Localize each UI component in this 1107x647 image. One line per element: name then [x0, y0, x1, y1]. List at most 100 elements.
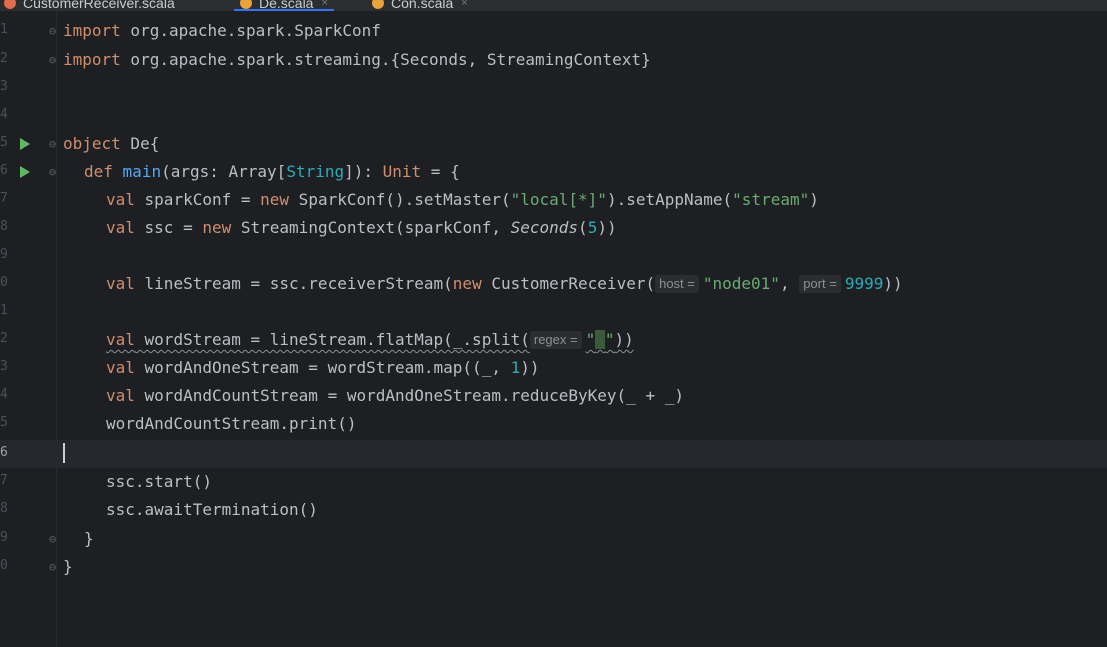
code-segment: ssc =	[134, 218, 203, 237]
code-text: ssc.start()	[106, 472, 212, 491]
tab-de-scala[interactable]: De.scala ×	[234, 0, 334, 11]
line-number: 7	[0, 473, 8, 488]
line-number: 2	[0, 51, 8, 66]
code-segment: wordStream = lineStream.flatMap(_.split(	[134, 330, 530, 349]
code-line: 0 ⊖ }	[0, 553, 1107, 581]
code-line: 4 val wordAndCountStream = wordAndOneStr…	[0, 382, 1107, 410]
code-segment: ))	[597, 218, 617, 237]
code-segment: (args: Array[	[161, 162, 287, 181]
code-editor[interactable]: 1 ⊖ import org.apache.spark.SparkConf 2 …	[0, 11, 1107, 647]
code-segment: Seconds	[510, 218, 579, 237]
line-number: 6	[0, 163, 8, 178]
whitespace-highlight	[595, 330, 605, 349]
code-text: val wordAndOneStream = wordStream.map((_…	[106, 358, 540, 378]
line-number: 0	[0, 558, 8, 573]
fold-icon[interactable]: ⊖	[49, 559, 56, 575]
code-line: 0 val lineStream = ssc.receiverStream(ne…	[0, 270, 1107, 298]
keyword: val	[106, 190, 135, 209]
line-number: 0	[0, 275, 8, 290]
line-number: 1	[0, 303, 8, 318]
fold-icon[interactable]: ⊖	[49, 136, 56, 152]
close-icon[interactable]: ×	[461, 0, 467, 9]
code-segment: org.apache.spark.streaming.{Seconds	[120, 50, 468, 69]
keyword: import	[63, 21, 121, 40]
fold-icon[interactable]: ⊖	[49, 531, 56, 547]
code-text: val wordAndCountStream = wordAndOneStrea…	[106, 386, 684, 406]
code-segment: ,	[779, 274, 800, 293]
code-segment: ]):	[344, 162, 383, 181]
parameter-hint: host =	[655, 275, 699, 293]
parameter-hint: port =	[799, 275, 841, 293]
code-line: 5 wordAndCountStream.print()	[0, 410, 1107, 438]
number-literal: 9999	[844, 274, 884, 293]
run-icon[interactable]	[20, 166, 30, 178]
code-segment: ))	[883, 274, 903, 293]
string-literal: "	[585, 330, 596, 349]
code-segment: (	[578, 218, 588, 237]
keyword: new	[202, 218, 232, 237]
code-line: 1	[0, 298, 1107, 326]
keyword: def	[84, 162, 113, 181]
text-caret	[63, 443, 65, 463]
code-text: import org.apache.spark.streaming.{Secon…	[63, 50, 651, 70]
line-number: 4	[0, 387, 8, 402]
code-line: 8 val ssc = new StreamingContext(sparkCo…	[0, 214, 1107, 242]
code-line: 3 val wordAndOneStream = wordStream.map(…	[0, 354, 1107, 382]
function-name: main	[122, 162, 162, 181]
scala-file-icon	[4, 0, 16, 9]
code-segment: SparkConf().setMaster(	[289, 190, 511, 209]
tab-customer-receiver[interactable]: CustomerReceiver.scala	[4, 0, 175, 11]
keyword: val	[106, 386, 135, 405]
code-text: import org.apache.spark.SparkConf	[63, 21, 381, 41]
number-literal: 1	[510, 358, 521, 377]
code-line: 1 ⊖ import org.apache.spark.SparkConf	[0, 17, 1107, 45]
code-segment: , StreamingContext}	[467, 50, 651, 69]
line-number: 6	[0, 445, 8, 460]
close-icon[interactable]: ×	[321, 0, 327, 9]
tab-label: De.scala	[259, 0, 314, 11]
tab-label: Con.scala	[391, 0, 454, 11]
code-segment: )	[809, 190, 819, 209]
keyword: val	[106, 358, 135, 377]
line-number: 2	[0, 331, 8, 346]
line-number: 3	[0, 359, 8, 374]
tab-con-scala[interactable]: Con.scala ×	[372, 0, 468, 11]
editor-tab-bar: CustomerReceiver.scala De.scala × Con.sc…	[0, 0, 1107, 11]
keyword: val	[106, 330, 135, 349]
code-segment: = {	[421, 162, 460, 181]
code-text: wordAndCountStream.print()	[106, 414, 357, 433]
line-number: 5	[0, 135, 8, 150]
string-literal: "local[*]"	[510, 190, 607, 209]
line-number: 4	[0, 107, 8, 122]
code-text: }	[63, 557, 73, 576]
type-name: Unit	[382, 162, 422, 181]
code-segment: org.apache.spark.SparkConf	[120, 21, 381, 40]
line-number: 3	[0, 79, 8, 94]
fold-icon[interactable]: ⊖	[49, 52, 56, 68]
code-text: }	[84, 529, 94, 548]
number-literal: 5	[587, 218, 598, 237]
scala-object-icon	[240, 0, 252, 9]
line-number: 8	[0, 219, 8, 234]
parameter-hint: regex =	[529, 331, 582, 349]
keyword: new	[260, 190, 290, 209]
code-line: 7 val sparkConf = new SparkConf().setMas…	[0, 186, 1107, 214]
code-segment: ).setAppName(	[606, 190, 733, 209]
keyword: val	[106, 218, 135, 237]
line-number: 1	[0, 22, 8, 37]
line-number: 9	[0, 247, 8, 262]
run-icon[interactable]	[20, 138, 30, 150]
keyword: import	[63, 50, 121, 69]
fold-icon[interactable]: ⊖	[49, 23, 56, 39]
line-number: 7	[0, 191, 8, 206]
code-text: val sparkConf = new SparkConf().setMaste…	[106, 190, 819, 210]
code-segment: ))	[614, 330, 634, 349]
keyword: object	[63, 134, 121, 153]
string-literal: "node01"	[702, 274, 780, 293]
code-segment: wordAndOneStream = wordStream.map((_,	[134, 358, 511, 377]
code-segment: De{	[120, 134, 160, 153]
type-name: String	[286, 162, 345, 181]
code-line: 3	[0, 74, 1107, 102]
fold-icon[interactable]: ⊖	[49, 164, 56, 180]
code-text: object De{	[63, 134, 159, 154]
